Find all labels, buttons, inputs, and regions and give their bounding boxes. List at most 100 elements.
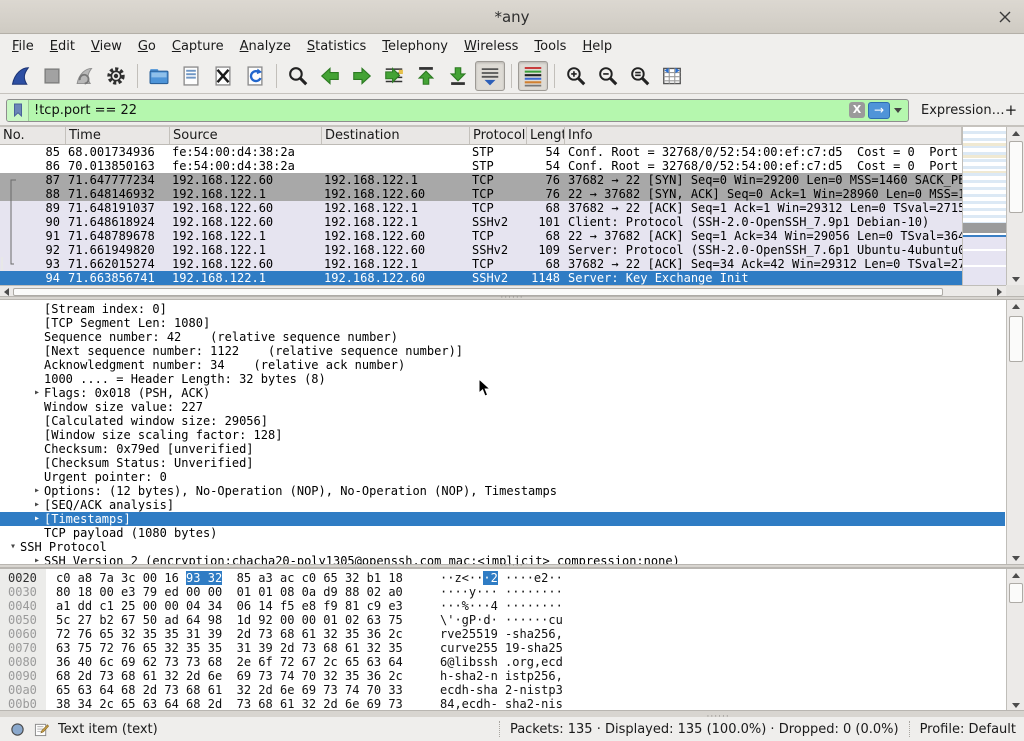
go-back-button[interactable] (315, 61, 345, 91)
filter-history-dropdown[interactable] (894, 108, 902, 113)
hex-row-0080[interactable]: 008036 40 6c 69 62 73 73 68 2e 6f 72 67 … (0, 655, 1005, 669)
go-to-bottom-button[interactable] (443, 61, 473, 91)
column-header-length[interactable]: Length (527, 127, 565, 144)
go-to-packet-button[interactable] (379, 61, 409, 91)
expander-icon[interactable]: ▸ (30, 484, 44, 498)
menu-analyze[interactable]: Analyze (232, 36, 299, 57)
start-capture-button[interactable] (5, 61, 35, 91)
detail-line[interactable]: Acknowledgment number: 34 (relative ack … (0, 358, 1005, 372)
filter-bookmark-button[interactable] (7, 100, 29, 121)
detail-line[interactable]: ▸Flags: 0x018 (PSH, ACK) (0, 386, 1005, 400)
hex-bytes[interactable]: 5c 27 b2 67 50 ad 64 98 1d 92 00 00 01 0… (56, 613, 403, 627)
hex-ascii[interactable]: 84,ecdh- sha2-nis (440, 697, 563, 710)
detail-line[interactable]: Window size value: 227 (0, 400, 1005, 414)
go-forward-button[interactable] (347, 61, 377, 91)
scroll-down-arrow-icon[interactable] (1012, 277, 1020, 282)
add-filter-button[interactable]: + (1005, 101, 1018, 119)
detail-line[interactable]: [Window size scaling factor: 128] (0, 428, 1005, 442)
zoom-original-button[interactable] (625, 61, 655, 91)
restart-capture-button[interactable] (69, 61, 99, 91)
detail-line[interactable]: 1000 .... = Header Length: 32 bytes (8) (0, 372, 1005, 386)
hex-ascii[interactable]: 6@libssh .org,ecd (440, 655, 563, 669)
packet-row-90[interactable]: 9071.648618924192.168.122.60192.168.122.… (0, 215, 962, 229)
resize-columns-button[interactable] (657, 61, 687, 91)
packet-row-85[interactable]: 8568.001734936fe:54:00:d4:38:2aSTP54Conf… (0, 145, 962, 159)
hex-bytes[interactable]: 68 2d 73 68 61 32 2d 6e 69 73 74 70 32 3… (56, 669, 403, 683)
detail-line[interactable]: ▸Options: (12 bytes), No-Operation (NOP)… (0, 484, 1005, 498)
scroll-up-arrow-icon[interactable] (1012, 131, 1020, 136)
hex-bytes[interactable]: 38 34 2c 65 63 64 68 2d 73 68 61 32 2d 6… (56, 697, 403, 710)
go-to-top-button[interactable] (411, 61, 441, 91)
menu-edit[interactable]: Edit (42, 36, 83, 57)
packet-row-89[interactable]: 8971.648191037192.168.122.60192.168.122.… (0, 201, 962, 215)
save-file-button[interactable] (176, 61, 206, 91)
stop-capture-button[interactable] (37, 61, 67, 91)
scrollbar-thumb[interactable] (1009, 583, 1023, 603)
hex-row-0040[interactable]: 0040a1 dd c1 25 00 00 04 34 06 14 f5 e8 … (0, 599, 1005, 613)
hex-ascii[interactable]: curve255 19-sha25 (440, 641, 563, 655)
scroll-down-arrow-icon[interactable] (1012, 556, 1020, 561)
detail-line[interactable]: Checksum: 0x79ed [unverified] (0, 442, 1005, 456)
detail-line[interactable]: [Checksum Status: Unverified] (0, 456, 1005, 470)
close-window-button[interactable] (996, 8, 1014, 26)
hex-bytes[interactable]: 63 75 72 76 65 32 35 35 31 39 2d 73 68 6… (56, 641, 403, 655)
hex-row-0020[interactable]: 0020c0 a8 7a 3c 00 16 93 32 85 a3 ac c0 … (0, 571, 1005, 585)
colorize-toggle[interactable] (518, 61, 548, 91)
hex-row-0050[interactable]: 00505c 27 b2 67 50 ad 64 98 1d 92 00 00 … (0, 613, 1005, 627)
packet-minimap[interactable] (962, 127, 1006, 285)
hex-row-0030[interactable]: 003080 18 00 e3 79 ed 00 00 01 01 08 0a … (0, 585, 1005, 599)
expert-info-button[interactable] (10, 722, 25, 737)
menu-wireless[interactable]: Wireless (456, 36, 526, 57)
menu-capture[interactable]: Capture (164, 36, 232, 57)
hex-ascii[interactable]: ····y··· ········ (440, 585, 563, 599)
hex-ascii[interactable]: ··z<···2 ····e2·· (440, 571, 563, 585)
detail-line[interactable]: [Stream index: 0] (0, 302, 1005, 316)
scroll-right-arrow-icon[interactable] (997, 288, 1002, 296)
detail-line[interactable]: ▾SSH Protocol (0, 540, 1005, 554)
detail-line[interactable]: [Next sequence number: 1122 (relative se… (0, 344, 1005, 358)
menu-telephony[interactable]: Telephony (374, 36, 456, 57)
hex-ascii[interactable]: \'·gP·d· ······cu (440, 613, 563, 627)
hex-row-0070[interactable]: 007063 75 72 76 65 32 35 35 31 39 2d 73 … (0, 641, 1005, 655)
column-header-info[interactable]: Info (565, 127, 962, 144)
titlebar[interactable]: *any (0, 0, 1024, 34)
expander-icon[interactable]: ▸ (30, 554, 44, 564)
hex-row-00a0[interactable]: 00a065 63 64 68 2d 73 68 61 32 2d 6e 69 … (0, 683, 1005, 697)
scroll-down-arrow-icon[interactable] (1012, 703, 1020, 708)
expander-icon[interactable]: ▸ (30, 386, 44, 400)
packet-row-93[interactable]: 9371.662015274192.168.122.60192.168.122.… (0, 257, 962, 271)
scrollbar-thumb[interactable] (1009, 141, 1023, 213)
expression-button[interactable]: Expression… (921, 103, 1005, 118)
column-header-destination[interactable]: Destination (322, 127, 470, 144)
detail-line[interactable]: TCP payload (1080 bytes) (0, 526, 1005, 540)
hex-ascii[interactable]: rve25519 -sha256, (440, 627, 563, 641)
capture-comment-button[interactable] (34, 722, 49, 737)
bytes-scrollbar[interactable] (1006, 569, 1024, 710)
hex-bytes[interactable]: c0 a8 7a 3c 00 16 93 32 85 a3 ac c0 65 3… (56, 571, 403, 585)
column-header-time[interactable]: Time (66, 127, 170, 144)
find-packet-button[interactable] (283, 61, 313, 91)
menu-file[interactable]: File (4, 36, 42, 57)
detail-line[interactable]: Urgent pointer: 0 (0, 470, 1005, 484)
packet-row-91[interactable]: 9171.648789678192.168.122.1192.168.122.6… (0, 229, 962, 243)
scroll-up-arrow-icon[interactable] (1012, 304, 1020, 309)
detail-line[interactable]: Sequence number: 42 (relative sequence n… (0, 330, 1005, 344)
hex-bytes[interactable]: 72 76 65 32 35 35 31 39 2d 73 68 61 32 3… (56, 627, 403, 641)
hex-row-0060[interactable]: 006072 76 65 32 35 35 31 39 2d 73 68 61 … (0, 627, 1005, 641)
hex-ascii[interactable]: h-sha2-n istp256, (440, 669, 563, 683)
zoom-in-button[interactable] (561, 61, 591, 91)
scrollbar-thumb[interactable] (1009, 316, 1023, 362)
detail-line[interactable]: ▸[Timestamps] (0, 512, 1005, 526)
menu-help[interactable]: Help (574, 36, 620, 57)
reload-file-button[interactable] (240, 61, 270, 91)
menu-tools[interactable]: Tools (526, 36, 574, 57)
packet-row-87[interactable]: 8771.647777234192.168.122.60192.168.122.… (0, 173, 962, 187)
hscrollbar-thumb[interactable] (13, 288, 943, 296)
packet-row-86[interactable]: 8670.013850163fe:54:00:d4:38:2aSTP54Conf… (0, 159, 962, 173)
detail-line[interactable]: ▸[SEQ/ACK analysis] (0, 498, 1005, 512)
column-header-source[interactable]: Source (170, 127, 322, 144)
capture-options-button[interactable] (101, 61, 131, 91)
menu-view[interactable]: View (83, 36, 130, 57)
column-header-protocol[interactable]: Protocol (470, 127, 527, 144)
column-header-no[interactable]: No. (0, 127, 66, 144)
